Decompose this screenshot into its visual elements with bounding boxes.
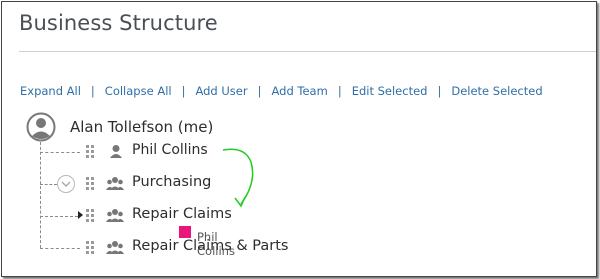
- toolbar-separator: |: [181, 84, 186, 98]
- expand-all-link[interactable]: Expand All: [20, 84, 81, 98]
- team-icon: [106, 177, 124, 190]
- chevron-down-icon[interactable]: [57, 175, 75, 193]
- add-team-link[interactable]: Add Team: [271, 84, 327, 98]
- toolbar-separator: |: [90, 84, 95, 98]
- add-user-link[interactable]: Add User: [195, 84, 247, 98]
- drag-handle-icon[interactable]: [86, 177, 95, 191]
- tree-item-label[interactable]: Purchasing: [132, 174, 211, 190]
- business-structure-panel: Business Structure Expand All | Collapse A…: [1, 1, 597, 277]
- drag-handle-icon[interactable]: [86, 241, 95, 255]
- caret-right-icon: [78, 211, 83, 219]
- edit-selected-link[interactable]: Edit Selected: [352, 84, 428, 98]
- drag-arrow-icon: [222, 148, 254, 208]
- user-avatar-icon: [26, 112, 56, 142]
- toolbar-separator: |: [337, 84, 342, 98]
- drag-ghost-marker: [179, 226, 191, 238]
- drag-handle-icon[interactable]: [86, 209, 95, 223]
- page-title: Business Structure: [19, 11, 218, 35]
- tree-connector: [40, 142, 41, 248]
- tree-item-label[interactable]: Phil Collins: [132, 142, 208, 158]
- title-divider: [19, 51, 596, 52]
- tree-connector: [40, 248, 80, 249]
- tree-connector: [40, 184, 57, 185]
- delete-selected-link[interactable]: Delete Selected: [451, 84, 542, 98]
- tree-connector: [40, 216, 78, 217]
- toolbar: Expand All | Collapse All | Add User | Add Tea…: [20, 84, 543, 98]
- tree-connector: [40, 152, 80, 153]
- collapse-all-link[interactable]: Collapse All: [105, 84, 172, 98]
- drag-handle-icon[interactable]: [86, 145, 95, 159]
- user-icon: [110, 145, 122, 158]
- team-icon: [106, 209, 124, 222]
- tree-item-label[interactable]: Repair Claims & Parts: [132, 238, 288, 254]
- tree-root-label[interactable]: Alan Tollefson (me): [70, 118, 213, 136]
- toolbar-separator: |: [257, 84, 262, 98]
- toolbar-separator: |: [437, 84, 442, 98]
- team-icon: [106, 241, 124, 254]
